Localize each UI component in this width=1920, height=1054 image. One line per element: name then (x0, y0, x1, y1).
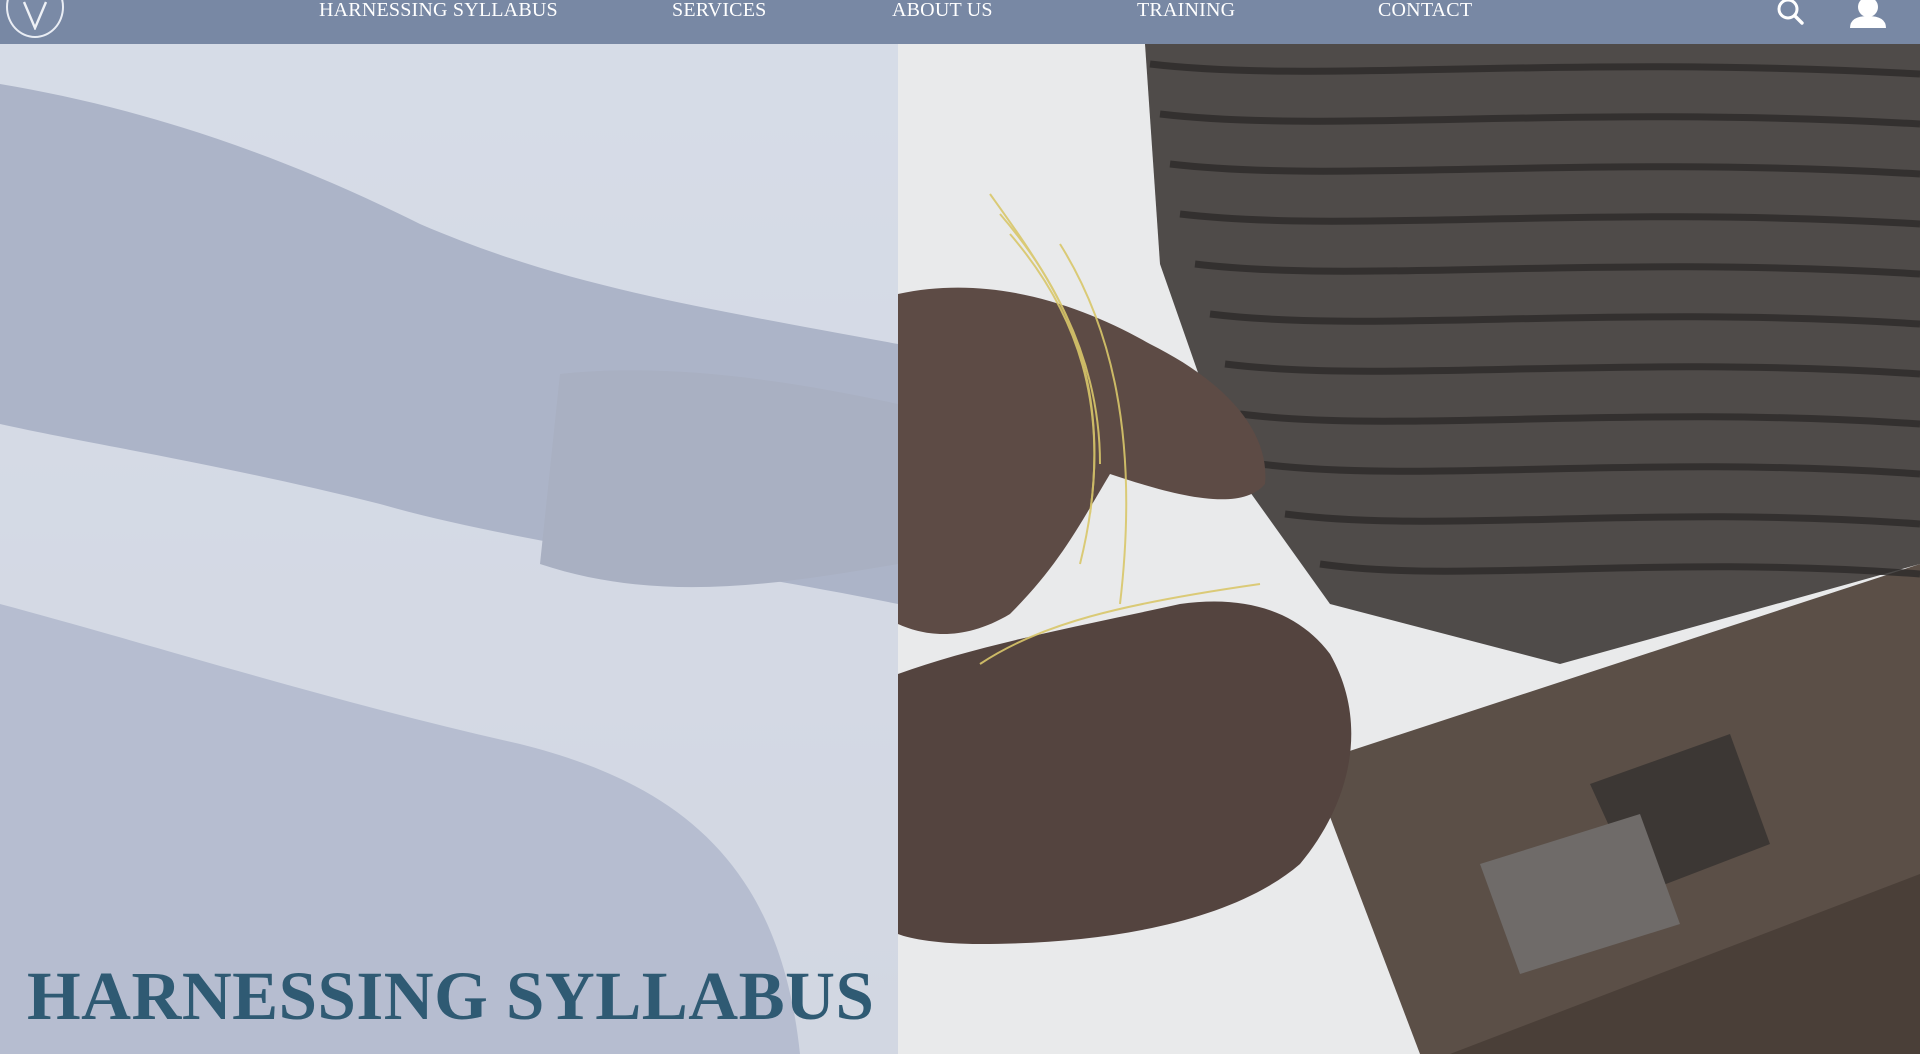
top-navbar: HARNESSING SYLLABUS SERVICES ABOUT US TR… (0, 0, 1920, 44)
search-icon (1777, 0, 1804, 25)
logo-v-icon (22, 1, 48, 30)
hero-overlay-panel (0, 44, 898, 1054)
nav-link-services[interactable]: SERVICES (672, 0, 766, 20)
site-logo[interactable] (6, 0, 64, 38)
nav-link-training[interactable]: TRAINING (1137, 0, 1235, 20)
nav-link-harnessing-syllabus[interactable]: HARNESSING SYLLABUS (319, 0, 558, 20)
nav-link-contact[interactable]: CONTACT (1378, 0, 1472, 20)
hero-section: HARNESSING SYLLABUS (0, 44, 1920, 1054)
account-button[interactable] (1846, 0, 1890, 30)
hero-title: HARNESSING SYLLABUS (27, 958, 875, 1034)
user-icon (1850, 0, 1886, 28)
search-button[interactable] (1776, 0, 1806, 26)
nav-link-about-us[interactable]: ABOUT US (892, 0, 993, 20)
